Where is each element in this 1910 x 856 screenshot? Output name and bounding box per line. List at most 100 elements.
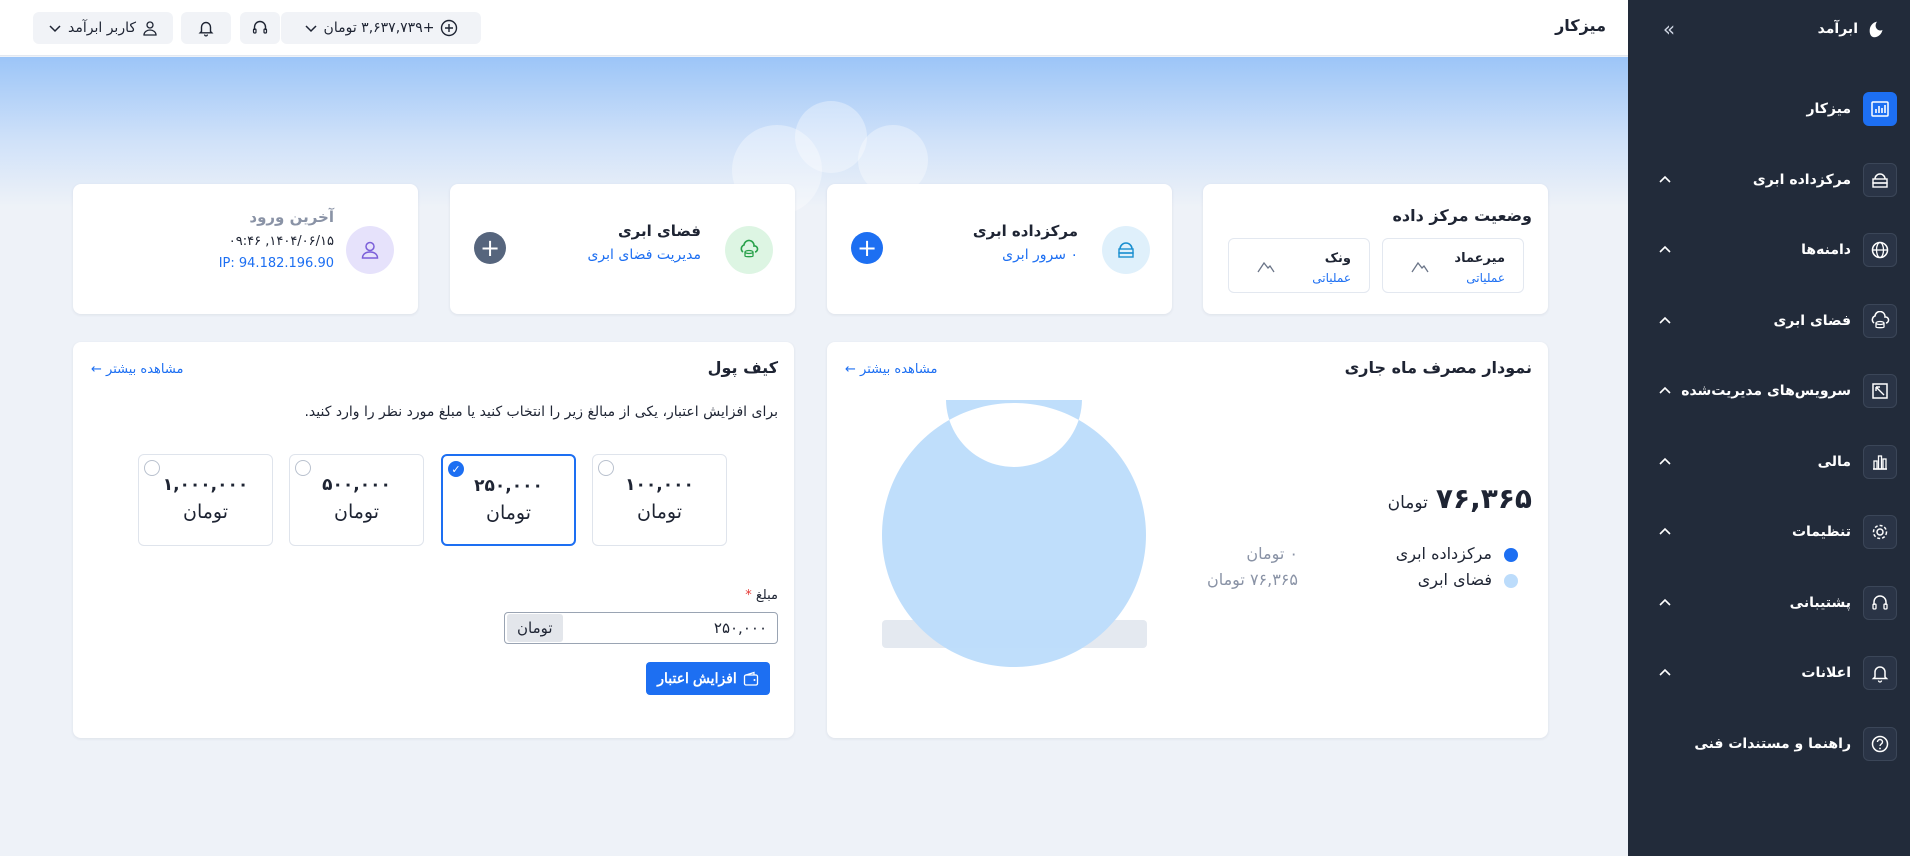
location-name: ونک	[1324, 251, 1351, 266]
amount-option[interactable]: ۱,۰۰۰,۰۰۰ تومان	[138, 454, 273, 546]
view-more-label: مشاهده بیشتر	[860, 362, 938, 377]
legend-value: ۰ تومان	[1246, 544, 1298, 563]
bell-icon	[1863, 656, 1897, 691]
sidebar-item-domains[interactable]: دامنه‌ها	[1628, 215, 1910, 286]
sidebar-item-docs[interactable]: راهنما و مستندات فنی	[1628, 709, 1910, 780]
collapse-sidebar-icon[interactable]: «	[1658, 18, 1680, 40]
user-menu-button[interactable]: کاربر ابرآمد	[33, 12, 173, 44]
card-title: نمودار مصرف ماه جاری	[1344, 358, 1532, 377]
bell-icon	[198, 21, 214, 37]
sidebar-item-support[interactable]: پشتیبانی	[1628, 568, 1910, 639]
radio-button[interactable]	[598, 460, 614, 476]
usage-chart-card: نمودار مصرف ماه جاری مشاهده بیشتر ← ۷۶,۳…	[827, 342, 1548, 738]
sidebar-item-managed-services[interactable]: سرویس‌های مدیریت‌شده	[1628, 356, 1910, 427]
card-title: کیف پول	[707, 358, 778, 377]
user-icon	[143, 21, 157, 36]
legend-label: فضای ابری	[1417, 570, 1492, 589]
wallet-card: کیف پول مشاهده بیشتر ← برای افزایش اعتبا…	[73, 342, 794, 738]
option-value: ۵۰۰,۰۰۰	[322, 475, 391, 495]
chevron-up-icon[interactable]	[1658, 243, 1672, 257]
chevron-up-icon[interactable]	[1658, 314, 1672, 328]
top-bar: میزکار +۳,۶۳۷,۷۳۹ تومان کاربر ابرآمد	[0, 0, 1628, 56]
decorative-cloud	[795, 101, 867, 173]
sidebar-item-label: میزکار	[1806, 101, 1851, 118]
sidebar-item-label: فضای ابری	[1773, 312, 1851, 329]
option-value: ۱,۰۰۰,۰۰۰	[162, 475, 249, 495]
logo-icon	[1869, 21, 1883, 38]
globe-icon	[1863, 233, 1897, 268]
option-unit: تومان	[333, 501, 380, 523]
wallet-balance-button[interactable]: +۳,۶۳۷,۷۳۹ تومان	[281, 12, 481, 44]
radio-button[interactable]	[295, 460, 311, 476]
sidebar-item-label: مالی	[1817, 453, 1851, 470]
sidebar-item-label: اعلانات	[1801, 665, 1851, 682]
amount-option[interactable]: ۵۰۰,۰۰۰ تومان	[289, 454, 424, 546]
view-more-label: مشاهده بیشتر	[106, 362, 184, 377]
required-mark: *	[745, 588, 752, 603]
server-cloud-icon	[1863, 162, 1897, 197]
card-title: مرکزداده ابری	[972, 222, 1078, 240]
amount-option[interactable]: ۱۰۰,۰۰۰ تومان	[592, 454, 727, 546]
chevron-up-icon[interactable]	[1658, 455, 1672, 469]
page-title: میزکار	[1555, 16, 1606, 35]
bar-chart-icon	[1863, 444, 1897, 479]
add-cloud-space-button[interactable]: +	[474, 232, 506, 264]
view-more-link[interactable]: مشاهده بیشتر ←	[845, 362, 937, 377]
option-unit: تومان	[485, 502, 532, 524]
brand[interactable]: ابرآمد	[1818, 14, 1888, 44]
location-mirimad: میرعماد عملیاتی	[1382, 238, 1524, 293]
chevron-up-icon[interactable]	[1658, 525, 1672, 539]
amount-input[interactable]	[562, 613, 777, 643]
legend-label: مرکزداده ابری	[1395, 544, 1492, 563]
total-unit: تومان	[1387, 493, 1428, 513]
gear-icon	[1863, 515, 1897, 550]
view-more-link[interactable]: مشاهده بیشتر ←	[91, 362, 183, 377]
notifications-button[interactable]	[181, 12, 231, 44]
radio-button-checked[interactable]: ✓	[448, 461, 464, 477]
location-vanak: ونک عملیاتی	[1228, 238, 1370, 293]
chart-legend: مرکزداده ابری ۰ تومان فضای ابری ۷۶,۳۶۵ ت…	[1158, 542, 1518, 594]
sidebar-item-dashboard[interactable]: میزکار	[1628, 74, 1910, 145]
last-login-title: آخرین ورود	[249, 208, 334, 226]
user-label: کاربر ابرآمد	[68, 20, 137, 36]
headset-icon	[252, 20, 268, 34]
help-icon	[1863, 726, 1897, 761]
resize-icon	[1863, 374, 1897, 409]
option-value: ۲۵۰,۰۰۰	[474, 476, 543, 496]
sidebar-item-cloud-dc[interactable]: مرکزداده ابری	[1628, 145, 1910, 216]
server-cloud-icon	[1102, 226, 1150, 274]
sidebar-item-cloud-space[interactable]: فضای ابری	[1628, 286, 1910, 357]
chevron-up-icon[interactable]	[1658, 384, 1672, 398]
increase-credit-button[interactable]: افزایش اعتبار	[646, 662, 770, 695]
manage-cloud-space-link[interactable]: مدیریت فضای ابری	[587, 247, 701, 263]
sidebar-item-settings[interactable]: تنظیمات	[1628, 497, 1910, 568]
location-status: عملیاتی	[1466, 271, 1505, 285]
add-server-button[interactable]: +	[851, 232, 883, 264]
card-title: فضای ابری	[617, 222, 701, 240]
amount-field: تومان	[504, 612, 778, 644]
amount-unit-suffix: تومان	[507, 614, 563, 642]
chevron-up-icon[interactable]	[1658, 173, 1672, 187]
sidebar-item-label: راهنما و مستندات فنی	[1694, 735, 1851, 752]
last-login-card: آخرین ورود ۱۴۰۴/۰۶/۱۵, ۰۹:۴۶ IP: 94.182.…	[73, 184, 418, 314]
chart-icon	[1863, 92, 1897, 127]
chevron-down-icon	[49, 25, 61, 33]
radio-button[interactable]	[144, 460, 160, 476]
sidebar-item-label: مرکزداده ابری	[1752, 171, 1851, 188]
usage-donut-chart[interactable]	[879, 400, 1149, 670]
sidebar-item-label: دامنه‌ها	[1801, 242, 1851, 259]
chevron-up-icon[interactable]	[1658, 596, 1672, 610]
amount-option-selected[interactable]: ✓ ۲۵۰,۰۰۰ تومان	[441, 454, 576, 546]
legend-item: مرکزداده ابری ۰ تومان	[1158, 542, 1518, 568]
sidebar-item-finance[interactable]: مالی	[1628, 427, 1910, 498]
chevron-down-icon	[305, 25, 317, 33]
support-button[interactable]	[240, 12, 280, 44]
sidebar-item-notifications[interactable]: اعلانات	[1628, 638, 1910, 709]
chevron-up-icon[interactable]	[1658, 666, 1672, 680]
server-count[interactable]: ۰ سرور ابری	[1002, 247, 1078, 263]
amount-label: مبلغ *	[745, 588, 778, 603]
card-title: وضعیت مرکز داده	[1392, 206, 1532, 225]
option-unit: تومان	[182, 501, 229, 523]
location-name: میرعماد	[1454, 251, 1505, 266]
arrow-left-icon: ←	[91, 362, 102, 377]
